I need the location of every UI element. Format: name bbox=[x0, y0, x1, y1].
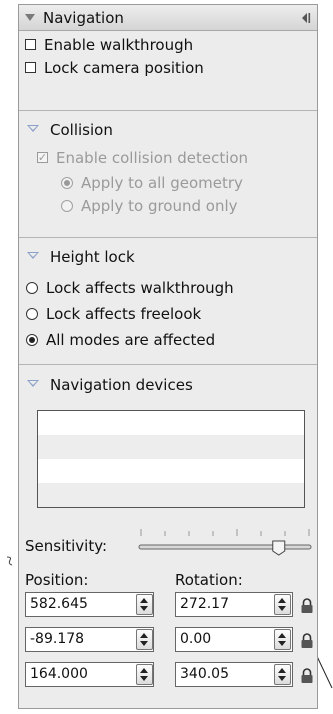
position-z-field[interactable]: 164.000 bbox=[25, 662, 154, 687]
lock-icon[interactable] bbox=[300, 633, 314, 649]
rotation-z-spinner[interactable] bbox=[274, 664, 291, 685]
divider bbox=[19, 237, 317, 238]
height-lock-option-label: Lock affects walkthrough bbox=[46, 279, 234, 297]
rotation-label: Rotation: bbox=[175, 571, 243, 589]
height-lock-option-walkthrough[interactable]: Lock affects walkthrough bbox=[26, 275, 234, 301]
section-expand-icon[interactable] bbox=[27, 252, 39, 259]
collision-header-label: Collision bbox=[50, 120, 113, 139]
position-x-field[interactable]: 582.645 bbox=[25, 592, 154, 617]
height-lock-option-freelook[interactable]: Lock affects freelook bbox=[26, 301, 234, 327]
panel-titlebar[interactable]: Navigation bbox=[19, 5, 317, 31]
slider-thumb[interactable] bbox=[272, 540, 286, 556]
collision-section-header[interactable]: Collision bbox=[27, 118, 113, 141]
radio-button bbox=[61, 176, 73, 189]
section-expand-icon[interactable] bbox=[27, 380, 39, 387]
collision-option-ground: Apply to ground only bbox=[61, 194, 243, 217]
checkbox-box[interactable] bbox=[25, 62, 36, 73]
lock-camera-label: Lock camera position bbox=[44, 58, 204, 77]
list-item[interactable] bbox=[38, 435, 304, 459]
sensitivity-slider[interactable] bbox=[137, 527, 315, 557]
side-mark bbox=[6, 556, 13, 566]
checkbox-box: ✓ bbox=[37, 151, 48, 164]
devices-section-header[interactable]: Navigation devices bbox=[27, 373, 193, 396]
collision-option-all: Apply to all geometry bbox=[61, 171, 243, 194]
position-x-spinner[interactable] bbox=[136, 594, 153, 615]
list-item[interactable] bbox=[38, 483, 304, 507]
position-y-field[interactable]: -89.178 bbox=[25, 627, 154, 652]
height-lock-option-label: Lock affects freelook bbox=[46, 305, 202, 323]
devices-list[interactable] bbox=[37, 410, 305, 508]
height-lock-header-label: Height lock bbox=[50, 247, 135, 266]
devices-header-label: Navigation devices bbox=[50, 375, 193, 394]
enable-walkthrough-label: Enable walkthrough bbox=[44, 35, 194, 54]
section-expand-icon[interactable] bbox=[27, 125, 39, 132]
sensitivity-label: Sensitivity: bbox=[25, 537, 108, 555]
divider bbox=[19, 364, 317, 365]
position-y-spinner[interactable] bbox=[136, 629, 153, 650]
panel-title: Navigation bbox=[43, 8, 124, 27]
lock-camera-checkbox[interactable]: Lock camera position bbox=[25, 56, 204, 79]
list-item[interactable] bbox=[38, 411, 304, 435]
collapse-panel-icon[interactable] bbox=[301, 12, 311, 24]
enable-collision-label: Enable collision detection bbox=[56, 148, 249, 167]
rotation-y-spinner[interactable] bbox=[274, 629, 291, 650]
lock-icon[interactable] bbox=[300, 598, 314, 614]
enable-collision-checkbox: ✓ Enable collision detection bbox=[37, 146, 248, 169]
height-lock-option-label: All modes are affected bbox=[46, 331, 216, 349]
enable-walkthrough-checkbox[interactable]: Enable walkthrough bbox=[25, 33, 204, 56]
position-label: Position: bbox=[25, 571, 89, 589]
radio-button bbox=[61, 199, 73, 212]
chevron-down-icon[interactable] bbox=[25, 14, 35, 21]
collision-option-label: Apply to ground only bbox=[81, 196, 238, 215]
checkbox-box[interactable] bbox=[25, 39, 36, 50]
position-z-spinner[interactable] bbox=[136, 664, 153, 685]
collision-option-label: Apply to all geometry bbox=[81, 173, 243, 192]
height-lock-option-all[interactable]: All modes are affected bbox=[26, 327, 234, 353]
radio-button[interactable] bbox=[26, 334, 38, 346]
navigation-panel: Navigation Enable walkthrough Lock camer… bbox=[18, 4, 318, 709]
height-lock-section-header[interactable]: Height lock bbox=[27, 245, 135, 268]
lock-icon[interactable] bbox=[300, 668, 314, 684]
rotation-x-spinner[interactable] bbox=[274, 594, 291, 615]
radio-button[interactable] bbox=[26, 308, 38, 320]
divider bbox=[19, 110, 317, 111]
radio-button[interactable] bbox=[26, 282, 38, 294]
list-item[interactable] bbox=[38, 459, 304, 483]
